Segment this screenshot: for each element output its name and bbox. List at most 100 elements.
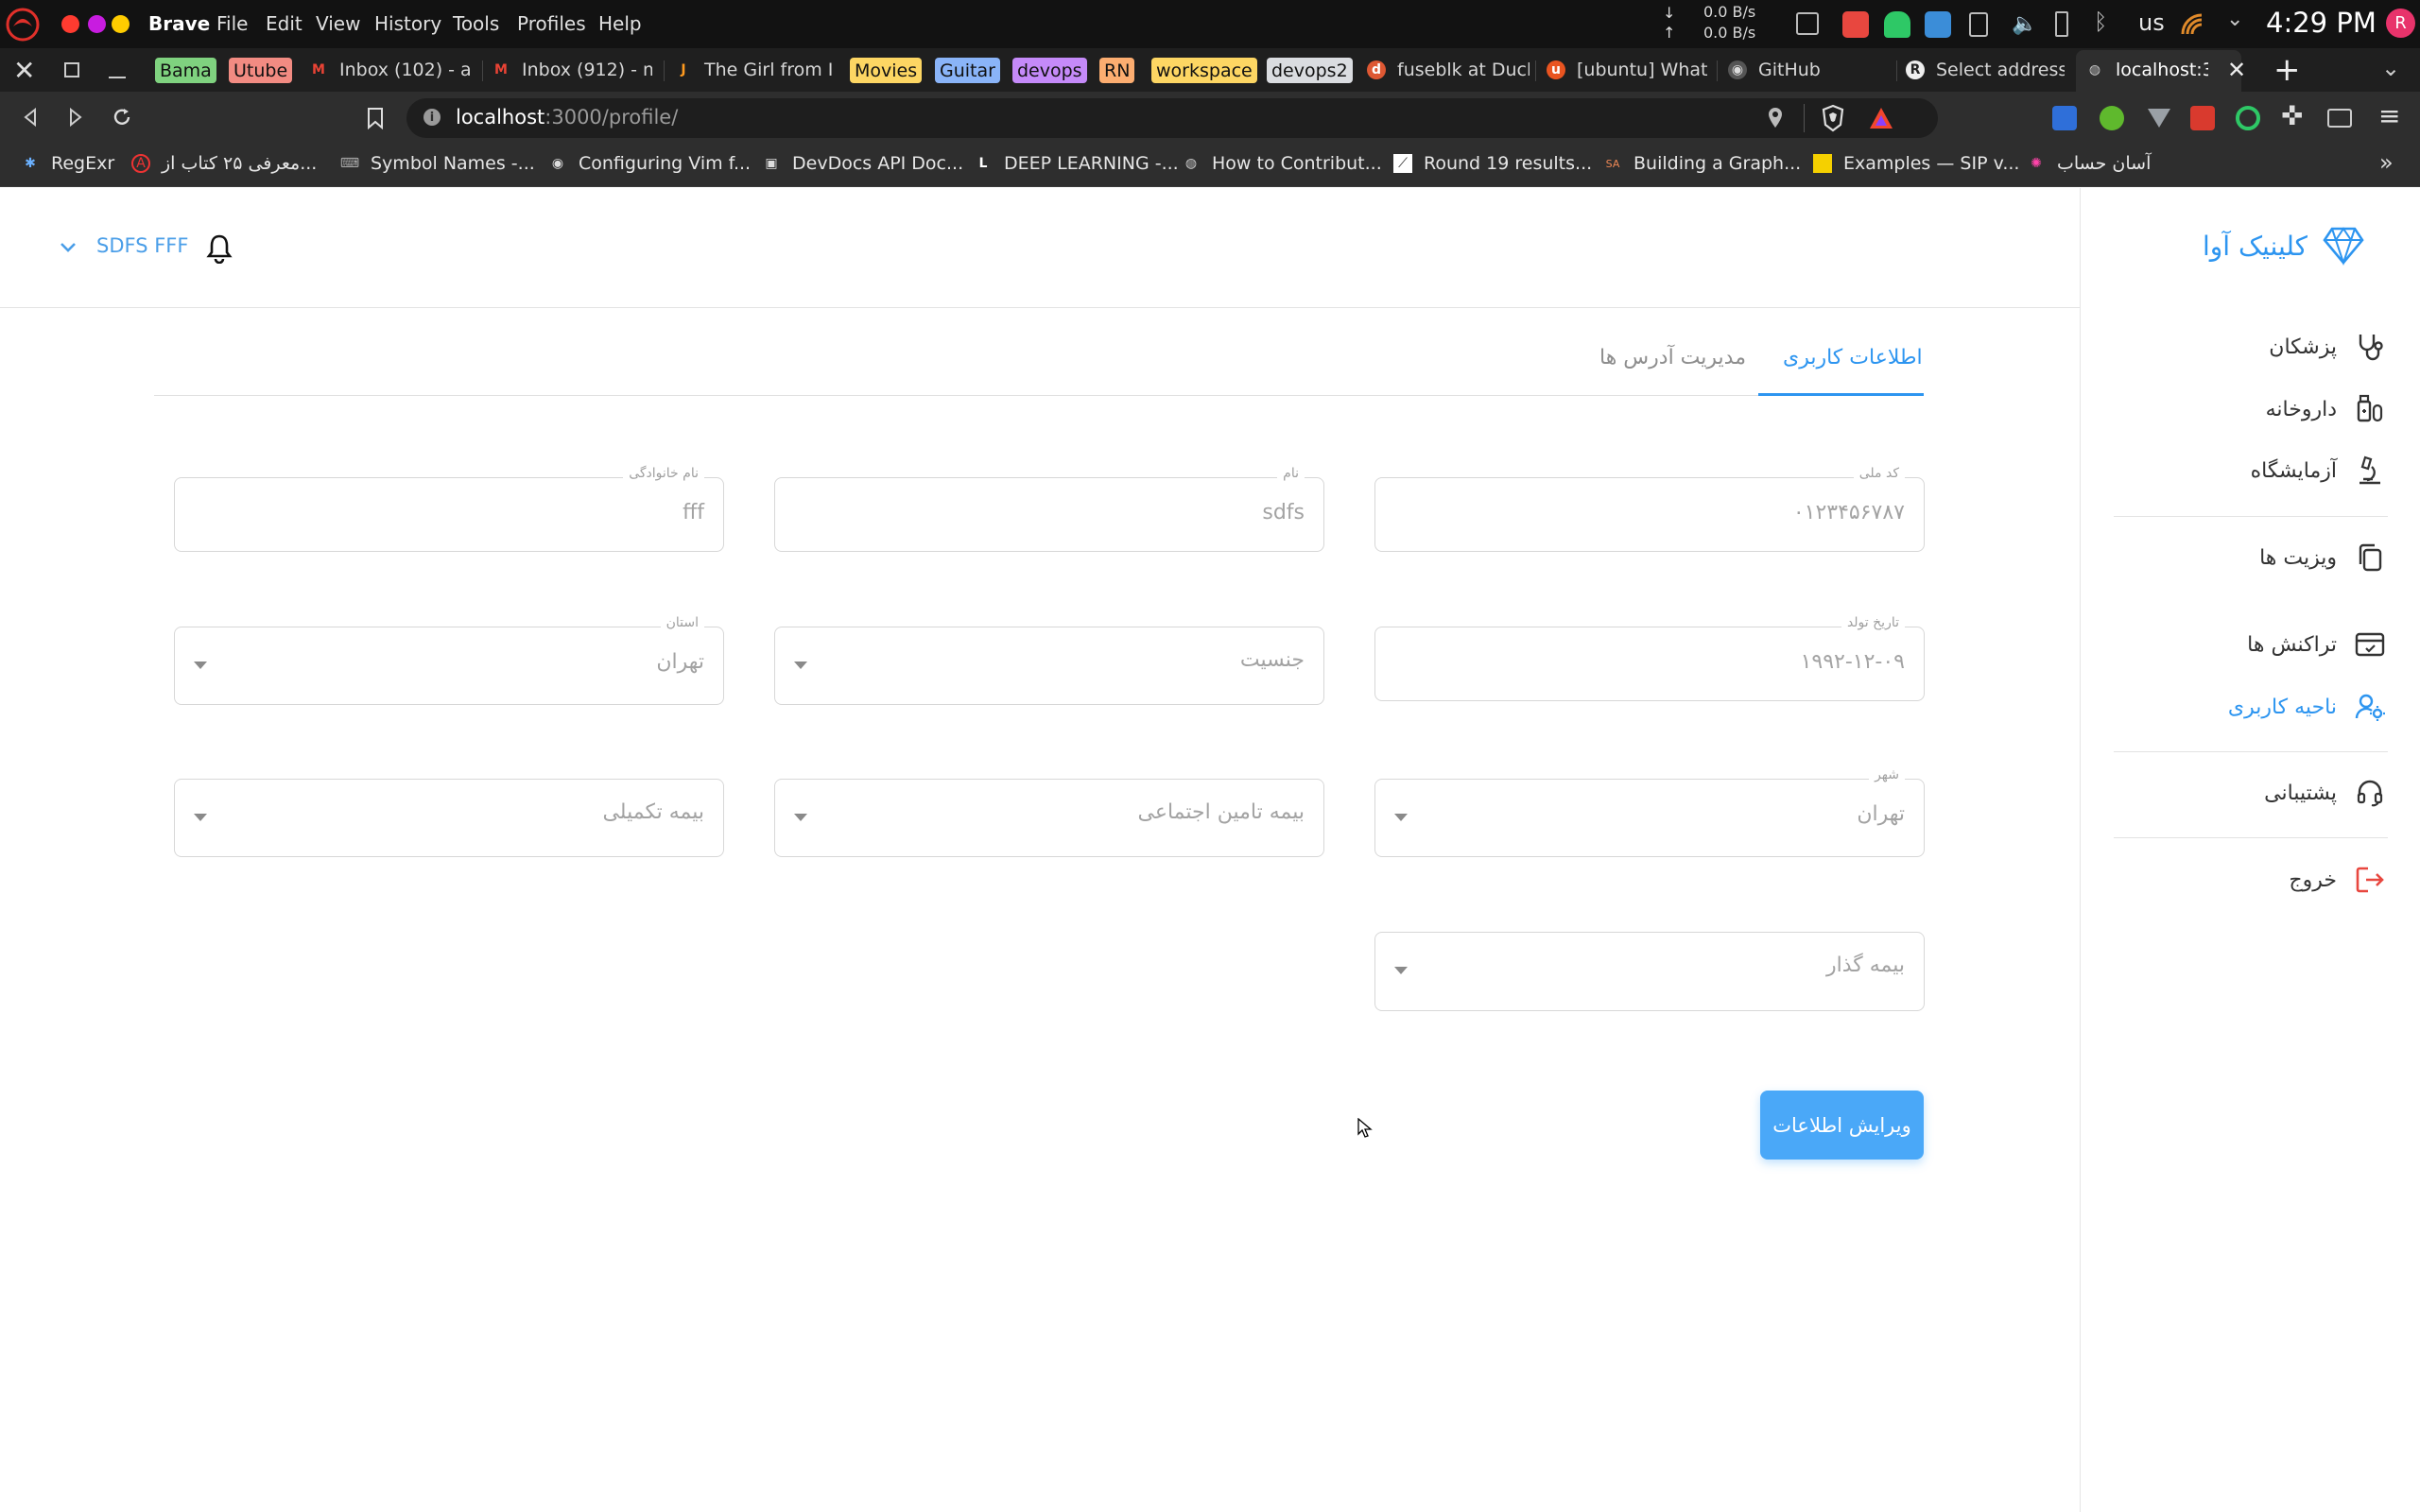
tab-group-movies[interactable]: Movies bbox=[850, 58, 923, 83]
ghost-tray-icon[interactable] bbox=[1884, 11, 1910, 38]
tab-group-utube[interactable]: Utube bbox=[229, 58, 293, 83]
window-maximize-dot[interactable] bbox=[112, 15, 130, 33]
wallet-icon[interactable] bbox=[2327, 109, 2352, 128]
tab-group-guitar[interactable]: Guitar bbox=[935, 58, 1000, 83]
tab-group-devops2[interactable]: devops2 bbox=[1267, 58, 1353, 83]
last-name-field[interactable]: نام خانوادگی fff bbox=[174, 466, 724, 552]
edit-info-button[interactable]: ویرایش اطلاعات bbox=[1760, 1091, 1924, 1160]
tab-ubuntu-question[interactable]: u [ubuntu] What bbox=[1547, 53, 1709, 87]
tab-girl-from-ipanema[interactable]: J The Girl from Ip bbox=[674, 53, 835, 87]
tab-group-devops[interactable]: devops bbox=[1012, 58, 1087, 83]
forward-icon[interactable] bbox=[64, 107, 85, 128]
first-name-field[interactable]: نام sdfs bbox=[774, 466, 1324, 552]
wifi-icon[interactable] bbox=[2179, 11, 2205, 38]
redux-extension-icon[interactable] bbox=[2190, 106, 2215, 130]
gender-select[interactable]: جنسیت bbox=[774, 627, 1324, 705]
national-code-field[interactable]: کد ملی ۰۱۲۳۴۵۶۷۸۷ bbox=[1374, 466, 1925, 552]
tab-address-management[interactable]: مدیریت آدرس ها bbox=[1599, 346, 1746, 369]
bookmark-deep-learning[interactable]: L DEEP LEARNING -... bbox=[974, 153, 1179, 174]
notification-icon[interactable] bbox=[1796, 12, 1819, 35]
close-window-icon[interactable]: ✕ bbox=[13, 55, 35, 86]
battery-icon[interactable] bbox=[2055, 11, 2068, 37]
browser-menu-icon[interactable]: ≡ bbox=[2378, 100, 2400, 131]
tab-fuseblk-duckduckgo[interactable]: d fuseblk at Duck bbox=[1367, 53, 1530, 87]
bookmark-how-to-contribute[interactable]: ◍ How to Contribut... bbox=[1182, 153, 1382, 174]
bookmark-books[interactable]: A معرفی ۲۵ کتاب از... bbox=[131, 153, 317, 174]
bookmark-sip-examples[interactable]: Examples — SIP v... bbox=[1813, 153, 2019, 174]
volume-icon[interactable]: 🔈 bbox=[2012, 12, 2037, 36]
bookmark-symbol-names[interactable]: ⌨ Symbol Names -... bbox=[340, 153, 535, 174]
sidebar-item-visits[interactable]: ویزیت ها bbox=[2259, 537, 2386, 578]
brave-rewards-icon[interactable] bbox=[1868, 106, 1894, 130]
chevron-down-icon[interactable] bbox=[59, 241, 78, 254]
tab-localhost-active[interactable]: ◍ localhost:30 bbox=[2085, 53, 2208, 87]
birth-date-field[interactable]: تاریخ تولد ۱۹۹۲-۱۲-۰۹ bbox=[1374, 615, 1925, 701]
grammarly-extension-icon[interactable] bbox=[2100, 106, 2124, 130]
menu-file[interactable]: File bbox=[216, 12, 248, 35]
bookmarks-overflow-icon[interactable]: » bbox=[2379, 149, 2394, 176]
close-tab-icon[interactable]: ✕ bbox=[2227, 57, 2246, 83]
menu-tools[interactable]: Tools bbox=[453, 12, 499, 35]
user-name-menu[interactable]: SDFS FFF bbox=[96, 234, 188, 257]
location-pin-icon[interactable] bbox=[1767, 107, 1784, 129]
sidebar-item-pharmacy[interactable]: داروخانه bbox=[2266, 388, 2386, 430]
supplementary-insurance-select[interactable]: بیمه تکمیلی bbox=[174, 779, 724, 857]
bluetooth-icon[interactable]: ᛒ bbox=[2094, 9, 2107, 35]
insurer-select[interactable]: بیمه گذار bbox=[1374, 932, 1925, 1011]
minimize-window-icon[interactable] bbox=[109, 77, 126, 78]
bookmark-devdocs[interactable]: ▣ DevDocs API Doc... bbox=[762, 153, 963, 174]
tab-select-address[interactable]: R Select address bbox=[1906, 53, 2065, 87]
extensions-puzzle-icon[interactable]: ✜ bbox=[2281, 100, 2303, 131]
vpn-tray-icon[interactable] bbox=[1925, 11, 1951, 38]
tab-list-chevron-icon[interactable]: ⌄ bbox=[2381, 55, 2400, 81]
brave-shields-icon[interactable] bbox=[1821, 104, 1845, 132]
tracker-extension-icon[interactable] bbox=[2236, 106, 2260, 130]
tab-group-workspace[interactable]: workspace bbox=[1151, 58, 1257, 83]
menu-edit[interactable]: Edit bbox=[266, 12, 302, 35]
tab-inbox-102[interactable]: M Inbox (102) - at bbox=[309, 53, 470, 87]
sidebar-item-laboratory[interactable]: آزمایشگاه bbox=[2251, 450, 2386, 491]
back-icon[interactable] bbox=[21, 107, 42, 128]
chevron-down-icon[interactable]: ⌄ bbox=[2226, 8, 2243, 31]
brave-logo-icon[interactable] bbox=[4, 6, 42, 43]
bookmark-configuring-vim[interactable]: ◉ Configuring Vim f... bbox=[548, 153, 751, 174]
app-tray-red-icon[interactable] bbox=[1842, 11, 1869, 38]
tab-group-rn[interactable]: RN bbox=[1099, 58, 1135, 83]
city-select[interactable]: شهر تهران bbox=[1374, 767, 1925, 857]
new-tab-icon[interactable]: + bbox=[2273, 51, 2301, 89]
bookmark-icon[interactable] bbox=[366, 107, 385, 129]
bookmark-asan-hesab[interactable]: ✺ آسان حساب bbox=[2027, 153, 2151, 174]
restore-window-icon[interactable] bbox=[64, 62, 79, 77]
bookmark-regexr[interactable]: ✱ RegExr bbox=[21, 153, 114, 174]
tab-github[interactable]: ◉ GitHub bbox=[1728, 53, 1891, 87]
province-select[interactable]: استان تهران bbox=[174, 615, 724, 705]
brand-logo[interactable]: کلینیک آوا bbox=[2203, 225, 2366, 266]
app-menu-brave[interactable]: Brave bbox=[148, 12, 210, 35]
bell-icon[interactable] bbox=[205, 233, 233, 264]
sidebar-item-support[interactable]: پشتیبانی bbox=[2264, 772, 2386, 814]
sidebar-item-user-area[interactable]: ناحیه کاربری bbox=[2228, 686, 2386, 728]
social-insurance-select[interactable]: بیمه تامین اجتماعی bbox=[774, 779, 1324, 857]
sidebar-item-doctors[interactable]: پزشکان bbox=[2269, 326, 2386, 368]
bitwarden-extension-icon[interactable] bbox=[2052, 106, 2077, 130]
window-close-dot[interactable] bbox=[61, 15, 79, 33]
tab-inbox-912[interactable]: M Inbox (912) - m bbox=[492, 53, 652, 87]
menu-help[interactable]: Help bbox=[598, 12, 642, 35]
keyboard-layout-indicator[interactable]: us bbox=[2138, 9, 2165, 36]
menu-history[interactable]: History bbox=[374, 12, 441, 35]
sidebar-item-transactions[interactable]: تراکنش ها bbox=[2247, 624, 2386, 665]
clipboard-icon[interactable] bbox=[1969, 12, 1988, 37]
tab-user-info[interactable]: اطلاعات کاربری bbox=[1783, 346, 1923, 369]
vue-devtools-extension-icon[interactable] bbox=[2147, 108, 2171, 129]
user-avatar[interactable]: R bbox=[2386, 9, 2415, 38]
sidebar-item-logout[interactable]: خروج bbox=[2289, 859, 2386, 901]
reload-icon[interactable] bbox=[111, 106, 133, 129]
tab-group-bama[interactable]: Bama bbox=[155, 58, 216, 83]
url-text[interactable]: localhost:3000/profile/ bbox=[456, 106, 678, 129]
menu-view[interactable]: View bbox=[316, 12, 360, 35]
bookmark-round-19-results[interactable]: ⟋ Round 19 results... bbox=[1393, 153, 1592, 174]
site-info-icon[interactable]: i bbox=[424, 109, 441, 126]
window-minimize-dot[interactable] bbox=[88, 15, 106, 33]
menu-profiles[interactable]: Profiles bbox=[517, 12, 586, 35]
bookmark-building-graph[interactable]: SA Building a Graph... bbox=[1603, 153, 1802, 174]
